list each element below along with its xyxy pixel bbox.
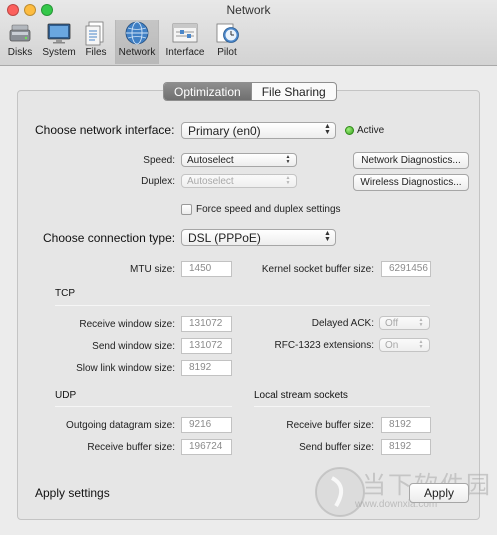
kernel-buffer-field[interactable]: 6291456 (381, 261, 431, 277)
toolbar-item-label: System (42, 47, 76, 58)
wireless-diagnostics-button[interactable]: Wireless Diagnostics... (353, 174, 469, 191)
interface-value: Primary (en0) (188, 124, 261, 138)
send-window-field[interactable]: 131072 (181, 338, 232, 354)
apply-button[interactable]: Apply (409, 483, 469, 503)
toolbar-item-interface[interactable]: Interface (163, 20, 207, 64)
popup-arrows-icon: ▲ ▼ (324, 230, 331, 243)
toolbar-item-pilot[interactable]: Pilot (212, 20, 242, 64)
toolbar-item-network[interactable]: Network (115, 20, 159, 64)
receive-window-field[interactable]: 131072 (181, 316, 232, 332)
network-diagnostics-button[interactable]: Network Diagnostics... (353, 152, 469, 169)
duplex-value: Autoselect (187, 176, 234, 187)
slow-link-window-label: Slow link window size: (76, 363, 175, 374)
local-stream-separator (254, 406, 430, 407)
outgoing-datagram-label: Outgoing datagram size: (66, 420, 175, 431)
network-window: Network Disks System Files Network Inter… (0, 0, 497, 535)
delayed-ack-label: Delayed ACK: (311, 318, 374, 329)
force-settings-checkbox[interactable] (181, 204, 192, 215)
tab-bar: Optimization File Sharing (163, 82, 337, 101)
toolbar: Network Disks System Files Network Inter… (0, 0, 497, 66)
send-window-label: Send window size: (92, 341, 175, 352)
stream-receive-buffer-label: Receive buffer size: (286, 420, 374, 431)
tab-file-sharing[interactable]: File Sharing (250, 83, 336, 100)
udp-receive-buffer-label: Receive buffer size: (87, 442, 175, 453)
system-icon (47, 23, 71, 44)
speed-value: Autoselect (187, 155, 234, 166)
slow-link-window-field[interactable]: 8192 (181, 360, 232, 376)
tab-optimization[interactable]: Optimization (164, 83, 251, 100)
rfc1323-value: On (385, 340, 399, 351)
toolbar-item-disks[interactable]: Disks (4, 20, 36, 64)
toolbar-item-files[interactable]: Files (82, 20, 110, 64)
duplex-label: Duplex: (141, 176, 175, 187)
local-stream-section-title: Local stream sockets (254, 390, 348, 401)
rfc1323-label: RFC-1323 extensions: (274, 340, 375, 351)
connection-type-popup[interactable]: DSL (PPPoE) ▲ ▼ (181, 229, 336, 246)
tcp-section-title: TCP (55, 288, 75, 299)
interface-icon (172, 23, 198, 43)
interface-label: Choose network interface: (35, 123, 175, 137)
receive-window-label: Receive window size: (79, 319, 175, 330)
interface-status: Active (357, 125, 385, 136)
stream-send-buffer-label: Send buffer size: (299, 442, 374, 453)
apply-settings-label: Apply settings (35, 486, 110, 500)
udp-section-title: UDP (55, 390, 77, 401)
pilot-icon (216, 23, 239, 43)
toolbar-item-label: Pilot (217, 47, 237, 58)
stream-send-buffer-field[interactable]: 8192 (381, 439, 431, 455)
status-active-icon (345, 126, 354, 135)
network-icon (125, 21, 149, 45)
toolbar-item-label: Interface (165, 47, 205, 58)
disks-icon (9, 24, 31, 42)
toolbar-item-label: Files (85, 47, 107, 58)
kernel-buffer-label: Kernel socket buffer size: (261, 264, 374, 275)
popup-arrows-icon: ▲ ▼ (418, 339, 424, 350)
popup-arrows-icon: ▲ ▼ (418, 317, 424, 328)
force-settings-label: Force speed and duplex settings (196, 204, 341, 215)
toolbar-item-label: Network (118, 47, 156, 58)
speed-label: Speed: (143, 155, 175, 166)
tcp-separator (55, 305, 430, 306)
window-title: Network (226, 3, 271, 17)
delayed-ack-popup[interactable]: Off ▲ ▼ (379, 316, 430, 330)
stream-receive-buffer-field[interactable]: 8192 (381, 417, 431, 433)
connection-type-label: Choose connection type: (43, 231, 176, 245)
toolbar-item-label: Disks (7, 47, 33, 58)
outgoing-datagram-field[interactable]: 9216 (181, 417, 232, 433)
mtu-label: MTU size: (130, 264, 175, 275)
files-icon (85, 21, 104, 46)
udp-receive-buffer-field[interactable]: 196724 (181, 439, 232, 455)
duplex-popup[interactable]: Autoselect ▲ ▼ (181, 174, 297, 188)
toolbar-item-system[interactable]: System (40, 20, 78, 64)
udp-separator (55, 406, 232, 407)
popup-arrows-icon: ▲ ▼ (285, 154, 291, 165)
popup-arrows-icon: ▲ ▼ (324, 123, 331, 136)
delayed-ack-value: Off (385, 318, 399, 329)
popup-arrows-icon: ▲ ▼ (285, 175, 291, 186)
mtu-field[interactable]: 1450 (181, 261, 232, 277)
connection-type-value: DSL (PPPoE) (188, 231, 261, 245)
speed-popup[interactable]: Autoselect ▲ ▼ (181, 153, 297, 167)
interface-popup[interactable]: Primary (en0) ▲ ▼ (181, 122, 336, 139)
rfc1323-popup[interactable]: On ▲ ▼ (379, 338, 430, 352)
